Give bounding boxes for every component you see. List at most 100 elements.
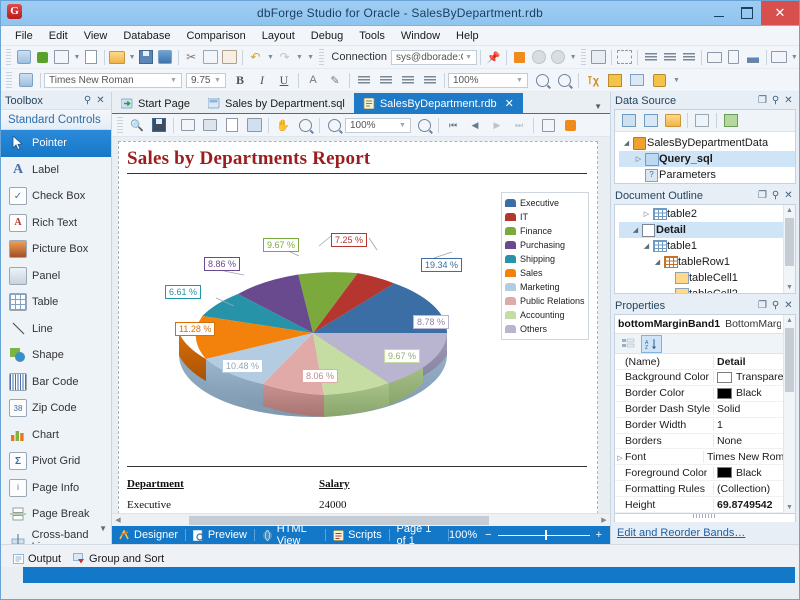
scroll-up-icon[interactable]: ▲ bbox=[784, 315, 795, 326]
property-row-formatting-rules[interactable]: Formatting Rules (Collection) bbox=[615, 481, 795, 498]
report-page[interactable]: Sales by Departments Report 19.34 % 7.25… bbox=[118, 141, 598, 513]
tree-node-salesbydepartmentdata[interactable]: ◢ SalesByDepartmentData bbox=[619, 135, 795, 151]
property-row-font[interactable]: ▷ Font Times New Roma… bbox=[615, 449, 795, 466]
scrollbar-thumb[interactable] bbox=[189, 515, 489, 525]
new-sql-button[interactable] bbox=[15, 48, 32, 67]
toolbox-item-cross-band-line[interactable]: Cross-band Line bbox=[1, 528, 111, 544]
hand-tool-button[interactable]: ✋ bbox=[273, 116, 293, 135]
scrollbar-track[interactable] bbox=[124, 515, 598, 525]
scroll-right-icon[interactable]: ▶ bbox=[598, 516, 610, 524]
previous-page-button[interactable]: ◀ bbox=[465, 116, 485, 135]
save-report-button[interactable] bbox=[149, 116, 169, 135]
toolbar-grip[interactable] bbox=[117, 117, 123, 133]
status-tab-scripts[interactable]: Scripts bbox=[326, 526, 389, 544]
new-object-button[interactable] bbox=[53, 48, 70, 67]
new-object-dropdown[interactable]: ▼ bbox=[73, 48, 81, 67]
toolbox-item-shape[interactable]: Shape bbox=[1, 342, 111, 369]
edit-data-source-button[interactable] bbox=[641, 111, 661, 130]
properties-vertical-scrollbar[interactable]: ▲ ▼ bbox=[783, 315, 795, 513]
menu-item-comparison[interactable]: Comparison bbox=[178, 28, 253, 44]
redo-button[interactable]: ↷ bbox=[276, 48, 293, 67]
last-page-button[interactable]: ⏭ bbox=[509, 116, 529, 135]
data-source-tree[interactable]: ◢ SalesByDepartmentData ▷ Query_sql ? Pa… bbox=[615, 132, 795, 183]
zoom-in-button[interactable] bbox=[532, 71, 552, 90]
report-data-table[interactable]: Department Salary Executive 24000 IT 900… bbox=[119, 467, 597, 513]
property-row-background-color[interactable]: Background Color Transparent bbox=[615, 370, 795, 386]
minimize-button[interactable] bbox=[705, 1, 733, 25]
open-data-source-button[interactable] bbox=[663, 111, 683, 130]
maximize-button[interactable] bbox=[733, 1, 761, 25]
property-row-border-dash-style[interactable]: Border Dash Style Solid bbox=[615, 402, 795, 418]
close-icon[interactable]: ✕ bbox=[782, 190, 795, 201]
connection-select[interactable]: sys@dborade:Orcl1120... ▼ bbox=[391, 49, 478, 65]
scroll-up-icon[interactable]: ▲ bbox=[784, 205, 795, 216]
toolbox-item-page-info[interactable]: i Page Info bbox=[1, 475, 111, 502]
menu-item-database[interactable]: Database bbox=[115, 28, 178, 44]
status-tab-preview[interactable]: Preview bbox=[186, 526, 254, 544]
toolbar-grip[interactable] bbox=[319, 49, 325, 65]
pin-icon[interactable]: ⚲ bbox=[769, 95, 782, 106]
toolbox-item-picture-box[interactable]: Picture Box bbox=[1, 236, 111, 263]
document-tab-salesbydepartment-rdb[interactable]: SalesByDepartment.rdb ✕ bbox=[353, 93, 523, 113]
report-zoom-select[interactable]: 100% ▼ bbox=[345, 117, 411, 133]
new-query-button[interactable] bbox=[34, 48, 51, 67]
layout-panel-button[interactable] bbox=[590, 48, 607, 67]
expander-icon[interactable]: ▷ bbox=[633, 155, 644, 163]
find-button[interactable]: 🔍 bbox=[127, 116, 147, 135]
send-button[interactable] bbox=[244, 116, 264, 135]
scroll-down-icon[interactable]: ▼ bbox=[784, 282, 795, 293]
font-size-select[interactable]: 9.75 ▼ bbox=[186, 72, 226, 88]
align-text-center-button[interactable] bbox=[376, 71, 396, 90]
toolbar-grip[interactable] bbox=[6, 49, 12, 65]
report-explorer-button[interactable] bbox=[605, 71, 625, 90]
zoom-fit-button[interactable] bbox=[414, 116, 434, 135]
paste-button[interactable] bbox=[221, 48, 238, 67]
status-tab-html-view[interactable]: HTML View bbox=[255, 523, 326, 547]
toolbox-item-pointer[interactable]: Pointer bbox=[1, 130, 111, 157]
toolbox-item-line[interactable]: Line bbox=[1, 316, 111, 343]
rollback-button[interactable] bbox=[549, 48, 566, 67]
pin-icon[interactable]: ⚲ bbox=[769, 300, 782, 311]
zoom-out-button[interactable] bbox=[554, 71, 574, 90]
align-text-left-button[interactable] bbox=[354, 71, 374, 90]
align-grid-button[interactable] bbox=[616, 48, 633, 67]
properties-grid[interactable]: (Name) Detail Background Color Transpare… bbox=[615, 354, 795, 513]
field-list-button[interactable]: ⊺χ bbox=[583, 71, 603, 90]
toolbox-item-page-break[interactable]: Page Break bbox=[1, 501, 111, 528]
expander-icon[interactable]: ◢ bbox=[630, 226, 641, 234]
toolbox-item-chart[interactable]: Chart bbox=[1, 422, 111, 449]
refresh-data-source-button[interactable] bbox=[721, 111, 741, 130]
close-icon[interactable]: ✕ bbox=[782, 95, 795, 106]
print-button[interactable] bbox=[200, 116, 220, 135]
font-color-button[interactable]: A bbox=[303, 71, 323, 90]
commit-button[interactable] bbox=[530, 48, 547, 67]
alphabetical-view-button[interactable]: AZ bbox=[641, 334, 662, 353]
save-all-button[interactable] bbox=[157, 48, 174, 67]
italic-button[interactable]: I bbox=[252, 71, 272, 90]
export-button[interactable] bbox=[222, 116, 242, 135]
tree-node-parameters[interactable]: ? Parameters bbox=[619, 167, 795, 183]
expander-icon[interactable]: ◢ bbox=[621, 139, 632, 147]
report-canvas[interactable]: Sales by Departments Report 19.34 % 7.25… bbox=[112, 137, 610, 513]
close-tab-icon[interactable]: ✕ bbox=[505, 97, 514, 110]
size-width-button[interactable] bbox=[725, 48, 742, 67]
menu-item-view[interactable]: View bbox=[76, 28, 116, 44]
format-painter-button[interactable] bbox=[16, 71, 36, 90]
size-equal-button[interactable] bbox=[706, 48, 723, 67]
background-color-button[interactable] bbox=[560, 116, 580, 135]
zoom-out-button[interactable]: − bbox=[485, 529, 491, 541]
maximize-icon[interactable]: ❐ bbox=[756, 95, 769, 106]
edit-and-reorder-bands-link[interactable]: Edit and Reorder Bands… bbox=[617, 527, 745, 539]
zoom-slider-knob[interactable] bbox=[544, 530, 547, 540]
toolbox-item-table[interactable]: Table bbox=[1, 289, 111, 316]
horizontal-scrollbar[interactable]: ◀ ▶ bbox=[112, 513, 610, 526]
property-row-border-color[interactable]: Border Color Black bbox=[615, 386, 795, 402]
pin-icon[interactable]: ⚲ bbox=[769, 190, 782, 201]
zoom-in-button[interactable]: + bbox=[596, 529, 602, 541]
new-file-button[interactable] bbox=[82, 48, 99, 67]
edit-data-button[interactable] bbox=[511, 48, 528, 67]
underline-button[interactable]: U bbox=[274, 71, 294, 90]
menu-item-tools[interactable]: Tools bbox=[351, 28, 393, 44]
align-text-right-button[interactable] bbox=[398, 71, 418, 90]
size-chart-button[interactable] bbox=[744, 48, 761, 67]
